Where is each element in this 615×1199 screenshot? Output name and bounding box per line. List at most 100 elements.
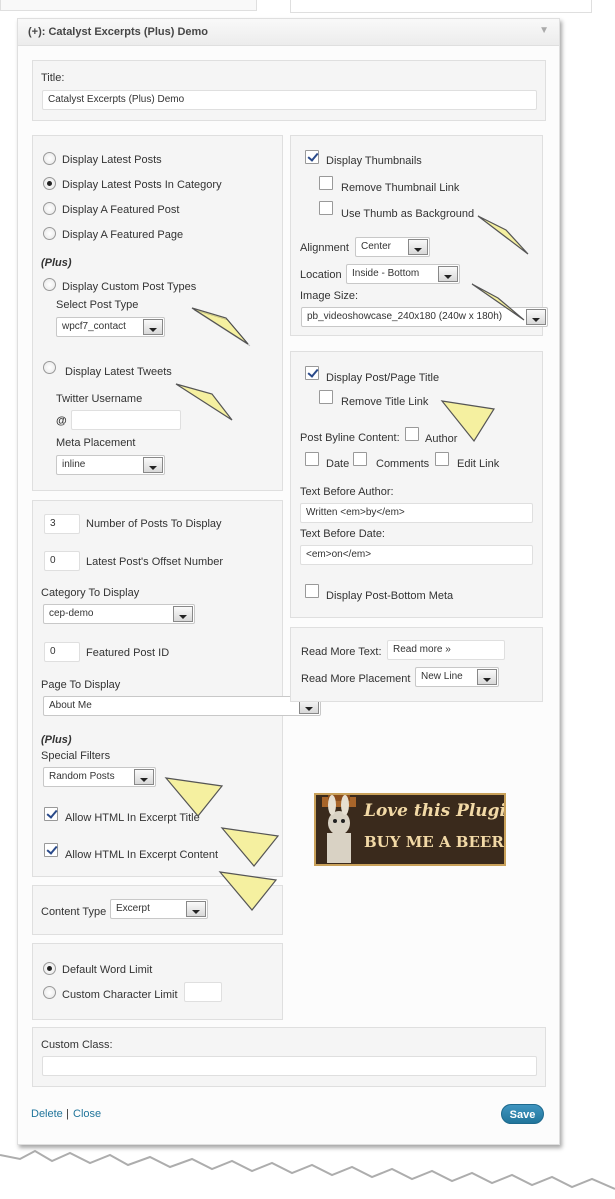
- radio-default-word-limit[interactable]: [43, 962, 56, 975]
- date-label: Date: [326, 458, 350, 470]
- num-posts-input[interactable]: 3: [44, 514, 80, 534]
- custom-post-types-label: Display Custom Post Types: [62, 281, 197, 293]
- top-left-tab: [0, 0, 257, 11]
- display-title-checkbox[interactable]: [305, 366, 319, 380]
- banner-line2: BUY ME A BEER!: [364, 833, 506, 851]
- text-before-date-input[interactable]: <em>on</em>: [300, 545, 533, 565]
- offset-input[interactable]: 0: [44, 551, 80, 571]
- display-thumbnails-checkbox[interactable]: [305, 150, 319, 164]
- special-filters-select[interactable]: Random Posts: [43, 767, 156, 787]
- read-more-panel: Read More Text: Read more » Read More Pl…: [290, 627, 543, 702]
- meta-placement-label: Meta Placement: [56, 437, 136, 449]
- radio-latest-in-category[interactable]: [43, 177, 56, 190]
- save-button[interactable]: Save: [501, 1104, 544, 1124]
- edit-link-label: Edit Link: [457, 458, 500, 470]
- custom-class-panel: Custom Class:: [32, 1027, 546, 1087]
- close-link[interactable]: Close: [73, 1108, 101, 1120]
- custom-char-limit-input[interactable]: [184, 982, 222, 1002]
- image-size-label: Image Size:: [300, 290, 359, 302]
- radio-latest-posts[interactable]: [43, 152, 56, 165]
- page-to-display-label: Page To Display: [41, 679, 121, 691]
- html-content-label: Allow HTML In Excerpt Content: [65, 849, 219, 861]
- special-filters-value: Random Posts: [49, 771, 115, 782]
- location-label: Location: [300, 269, 342, 281]
- pointer-arrow-icon: [220, 827, 280, 867]
- title-label: Title:: [41, 72, 65, 84]
- torn-edge-decoration: [0, 1149, 615, 1199]
- chevron-down-icon[interactable]: [173, 606, 193, 622]
- title-input[interactable]: Catalyst Excerpts (Plus) Demo: [42, 90, 537, 110]
- select-post-type-label: Select Post Type: [56, 299, 139, 311]
- chevron-down-icon[interactable]: [526, 309, 546, 325]
- chevron-down-icon[interactable]: [143, 457, 163, 473]
- latest-tweets-label: Display Latest Tweets: [65, 366, 172, 378]
- pointer-arrow-icon: [440, 400, 495, 443]
- admin-top-strip: [0, 0, 615, 14]
- location-select[interactable]: Inside - Bottom: [346, 264, 460, 284]
- byline-label: Post Byline Content:: [300, 432, 400, 444]
- remove-title-link-checkbox[interactable]: [319, 390, 333, 404]
- delete-link[interactable]: Delete: [31, 1108, 63, 1120]
- remove-thumb-link-checkbox[interactable]: [319, 176, 333, 190]
- pointer-arrow-icon: [477, 215, 529, 255]
- posts-settings-panel: 3 Number of Posts To Display 0 Latest Po…: [32, 500, 321, 877]
- num-posts-label: Number of Posts To Display: [86, 518, 222, 530]
- post-title-panel: Display Post/Page Title Remove Title Lin…: [290, 351, 543, 618]
- chevron-down-icon[interactable]: [134, 769, 154, 785]
- page-to-display-select[interactable]: About Me: [43, 696, 321, 716]
- radio-featured-page[interactable]: [43, 227, 56, 240]
- date-checkbox[interactable]: [305, 452, 319, 466]
- use-thumb-bg-label: Use Thumb as Background: [341, 208, 475, 220]
- radio-custom-post-types[interactable]: [43, 278, 56, 291]
- post-type-select[interactable]: wpcf7_contact: [56, 317, 165, 337]
- read-more-text-label: Read More Text:: [301, 646, 382, 658]
- read-more-placement-value: New Line: [421, 671, 463, 682]
- pointer-arrow-icon: [218, 871, 278, 911]
- chevron-down-icon[interactable]: [186, 901, 206, 917]
- chevron-down-icon[interactable]: [143, 319, 163, 335]
- latest-posts-label: Display Latest Posts: [62, 154, 162, 166]
- buy-me-a-beer-banner[interactable]: Love this Plugin? BUY ME A BEER!: [314, 793, 506, 866]
- display-title-label: Display Post/Page Title: [326, 372, 440, 384]
- text-before-author-label: Text Before Author:: [300, 486, 394, 498]
- top-right-tab: [290, 0, 592, 13]
- chevron-down-icon[interactable]: [477, 669, 497, 685]
- twitter-username-input[interactable]: [71, 410, 181, 430]
- category-label: Category To Display: [41, 587, 140, 599]
- title-panel: Title: Catalyst Excerpts (Plus) Demo: [32, 60, 546, 121]
- category-select[interactable]: cep-demo: [43, 604, 195, 624]
- banner-line1: Love this Plugin?: [364, 801, 506, 821]
- triangle-down-icon[interactable]: ▼: [539, 25, 549, 36]
- alignment-select[interactable]: Center: [355, 237, 430, 257]
- pointer-arrow-icon: [471, 283, 525, 321]
- chevron-down-icon[interactable]: [408, 239, 428, 255]
- content-type-value: Excerpt: [116, 903, 150, 914]
- radio-featured-post[interactable]: [43, 202, 56, 215]
- meta-placement-select[interactable]: inline: [56, 455, 165, 475]
- radio-custom-char-limit[interactable]: [43, 986, 56, 999]
- custom-class-label: Custom Class:: [41, 1039, 113, 1051]
- text-before-author-input[interactable]: Written <em>by</em>: [300, 503, 533, 523]
- read-more-placement-select[interactable]: New Line: [415, 667, 499, 687]
- bottom-meta-checkbox[interactable]: [305, 584, 319, 598]
- text-before-date-label: Text Before Date:: [300, 528, 385, 540]
- page-to-display-value: About Me: [49, 700, 92, 711]
- radio-latest-tweets[interactable]: [43, 361, 56, 374]
- html-title-checkbox[interactable]: [44, 807, 58, 821]
- edit-link-checkbox[interactable]: [435, 452, 449, 466]
- default-word-limit-label: Default Word Limit: [62, 964, 153, 976]
- use-thumb-bg-checkbox[interactable]: [319, 201, 333, 215]
- featured-page-label: Display A Featured Page: [62, 229, 184, 241]
- author-checkbox[interactable]: [405, 427, 419, 441]
- chevron-down-icon[interactable]: [438, 266, 458, 282]
- comments-checkbox[interactable]: [353, 452, 367, 466]
- custom-class-input[interactable]: [42, 1056, 537, 1076]
- read-more-text-input[interactable]: Read more »: [387, 640, 505, 660]
- featured-id-input[interactable]: 0: [44, 642, 80, 662]
- plus-heading-2: (Plus): [41, 734, 72, 746]
- content-type-select[interactable]: Excerpt: [110, 899, 208, 919]
- widget-title-bar[interactable]: (+): Catalyst Excerpts (Plus) Demo ▼: [18, 19, 559, 46]
- html-content-checkbox[interactable]: [44, 843, 58, 857]
- custom-char-limit-label: Custom Character Limit: [62, 989, 178, 1001]
- special-filters-label: Special Filters: [41, 750, 111, 762]
